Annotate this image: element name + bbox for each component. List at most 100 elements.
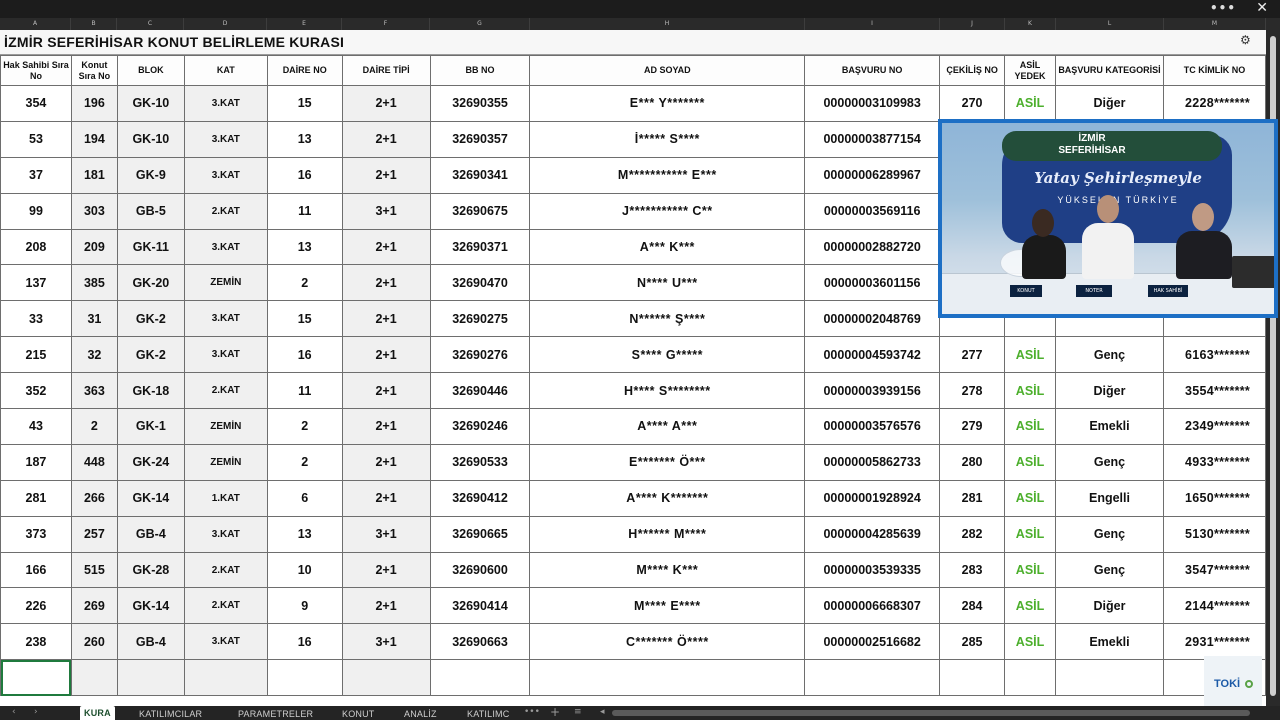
table-cell[interactable]: 3+1: [341, 192, 431, 230]
table-cell[interactable]: 10: [266, 551, 343, 589]
table-cell[interactable]: 284: [939, 587, 1006, 625]
table-cell[interactable]: 166: [0, 551, 72, 589]
table-cell[interactable]: 283: [939, 551, 1006, 589]
column-header[interactable]: Konut Sıra No: [70, 55, 118, 86]
table-cell[interactable]: 515: [70, 551, 118, 589]
table-cell[interactable]: 2.KAT: [183, 192, 268, 230]
table-cell[interactable]: GK-18: [116, 372, 185, 410]
tab-parametreler[interactable]: PARAMETRELER: [234, 708, 317, 720]
table-cell[interactable]: 2349*******: [1162, 408, 1266, 445]
column-letter[interactable]: G: [430, 18, 530, 30]
column-header[interactable]: BAŞVURU KATEGORİSİ: [1055, 55, 1164, 86]
table-cell[interactable]: 2+1: [341, 228, 431, 266]
table-cell[interactable]: GK-10: [116, 85, 185, 122]
table-cell[interactable]: 2+1: [341, 443, 431, 481]
column-header[interactable]: Hak Sahibi Sıra No: [0, 55, 72, 86]
table-cell[interactable]: 00000006668307: [804, 587, 941, 625]
table-cell[interactable]: [529, 659, 806, 697]
table-cell[interactable]: 00000003109983: [804, 85, 941, 122]
table-cell[interactable]: 33: [0, 300, 72, 338]
table-cell[interactable]: 181: [70, 156, 118, 194]
table-cell[interactable]: 32690357: [429, 120, 531, 158]
table-cell[interactable]: 257: [70, 515, 118, 553]
table-cell[interactable]: 137: [0, 264, 72, 302]
table-cell[interactable]: 5130*******: [1162, 515, 1266, 553]
table-cell[interactable]: 1.KAT: [183, 479, 268, 517]
table-cell[interactable]: H****** M****: [529, 515, 806, 553]
table-cell[interactable]: 32690446: [429, 372, 531, 410]
table-cell[interactable]: 32690665: [429, 515, 531, 553]
table-cell[interactable]: 00000005862733: [804, 443, 941, 481]
table-cell[interactable]: 3+1: [341, 515, 431, 553]
table-cell[interactable]: ZEMİN: [183, 264, 268, 302]
column-letter[interactable]: J: [940, 18, 1005, 30]
table-cell[interactable]: M**** E****: [529, 587, 806, 625]
table-cell[interactable]: 15: [266, 85, 343, 122]
table-cell[interactable]: 31: [70, 300, 118, 338]
table-cell[interactable]: 32690355: [429, 85, 531, 122]
table-cell[interactable]: N****** Ş****: [529, 300, 806, 338]
table-cell[interactable]: 32690275: [429, 300, 531, 338]
table-cell[interactable]: 2+1: [341, 551, 431, 589]
table-cell[interactable]: 260: [70, 623, 118, 661]
column-header[interactable]: TC KİMLİK NO: [1162, 55, 1266, 86]
table-cell[interactable]: 13: [266, 228, 343, 266]
table-cell[interactable]: GK-28: [116, 551, 185, 589]
table-cell[interactable]: 11: [266, 192, 343, 230]
table-cell[interactable]: ZEMİN: [183, 408, 268, 445]
table-cell[interactable]: N**** U***: [529, 264, 806, 302]
table-cell[interactable]: 266: [70, 479, 118, 517]
table-cell[interactable]: 209: [70, 228, 118, 266]
table-cell[interactable]: 2+1: [341, 408, 431, 445]
table-cell[interactable]: Genç: [1055, 515, 1164, 553]
table-cell[interactable]: 2.KAT: [183, 551, 268, 589]
table-cell[interactable]: 00000002882720: [804, 228, 941, 266]
table-cell[interactable]: GK-1: [116, 408, 185, 445]
table-cell[interactable]: 270: [939, 85, 1006, 122]
table-cell[interactable]: 279: [939, 408, 1006, 445]
table-cell[interactable]: 3.KAT: [183, 623, 268, 661]
table-cell[interactable]: 2.KAT: [183, 587, 268, 625]
table-cell[interactable]: 1650*******: [1162, 479, 1266, 517]
table-cell[interactable]: 285: [939, 623, 1006, 661]
table-cell[interactable]: 3.KAT: [183, 156, 268, 194]
table-cell[interactable]: ASİL: [1004, 336, 1057, 374]
table-cell[interactable]: 37: [0, 156, 72, 194]
table-cell[interactable]: 238: [0, 623, 72, 661]
table-cell[interactable]: 2.KAT: [183, 372, 268, 410]
table-cell[interactable]: ASİL: [1004, 623, 1057, 661]
table-cell[interactable]: İ***** S****: [529, 120, 806, 158]
table-cell[interactable]: S**** G*****: [529, 336, 806, 374]
table-cell[interactable]: 3.KAT: [183, 228, 268, 266]
table-cell[interactable]: [266, 659, 343, 697]
table-cell[interactable]: 282: [939, 515, 1006, 553]
column-letter[interactable]: A: [0, 18, 71, 30]
table-cell[interactable]: 2: [266, 264, 343, 302]
table-cell[interactable]: 32690414: [429, 587, 531, 625]
column-letter[interactable]: K: [1005, 18, 1056, 30]
table-cell[interactable]: GK-20: [116, 264, 185, 302]
table-cell[interactable]: 15: [266, 300, 343, 338]
table-cell[interactable]: 00000003939156: [804, 372, 941, 410]
table-cell[interactable]: M**** K***: [529, 551, 806, 589]
tab-kura[interactable]: KURA: [80, 706, 115, 720]
table-cell[interactable]: ASİL: [1004, 85, 1057, 122]
add-sheet-icon[interactable]: +: [550, 705, 560, 719]
table-cell[interactable]: [939, 659, 1006, 697]
table-cell[interactable]: 2+1: [341, 372, 431, 410]
table-cell[interactable]: 3.KAT: [183, 300, 268, 338]
table-cell[interactable]: 3554*******: [1162, 372, 1266, 410]
table-cell[interactable]: 00000002048769: [804, 300, 941, 338]
table-cell[interactable]: 00000002516682: [804, 623, 941, 661]
column-letter[interactable]: M: [1164, 18, 1266, 30]
table-cell[interactable]: 16: [266, 336, 343, 374]
table-cell[interactable]: 354: [0, 85, 72, 122]
table-cell[interactable]: 00000003576576: [804, 408, 941, 445]
table-cell[interactable]: GB-5: [116, 192, 185, 230]
table-cell[interactable]: Diğer: [1055, 372, 1164, 410]
table-cell[interactable]: 16: [266, 623, 343, 661]
table-cell[interactable]: 13: [266, 120, 343, 158]
column-header[interactable]: DAİRE NO: [266, 55, 343, 86]
table-cell[interactable]: GK-2: [116, 336, 185, 374]
column-header[interactable]: ASİL YEDEK: [1004, 55, 1057, 86]
